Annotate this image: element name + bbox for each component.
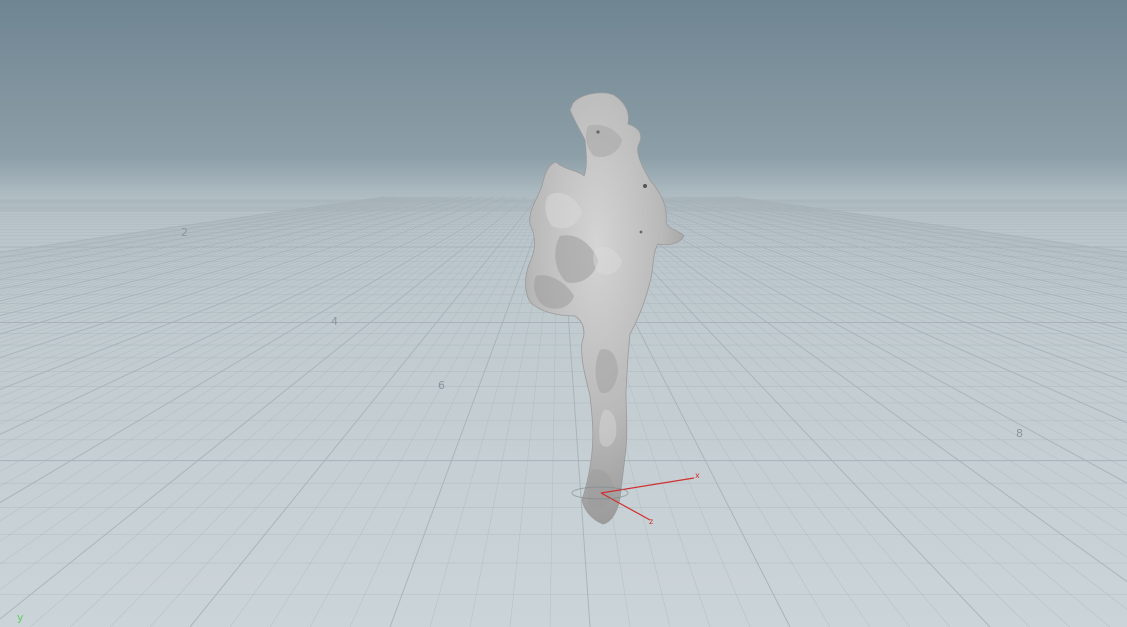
grid-number-2: 4	[331, 315, 338, 328]
3d-viewport[interactable]: 2 4 6 8 x z y	[0, 0, 1127, 627]
grid-number-1: 2	[181, 226, 188, 239]
viewport-canvas[interactable]: 2 4 6 8 x z	[0, 0, 1127, 627]
corner-axis-indicator: y	[17, 611, 24, 624]
z-axis-label: z	[649, 517, 653, 526]
grid-number-3: 6	[438, 379, 445, 392]
x-axis-label: x	[695, 471, 700, 480]
mesh-pit-3	[639, 230, 643, 234]
mesh-pit-1	[643, 184, 647, 188]
mesh-pit-2	[596, 130, 600, 134]
grid-number-4: 8	[1016, 427, 1023, 440]
